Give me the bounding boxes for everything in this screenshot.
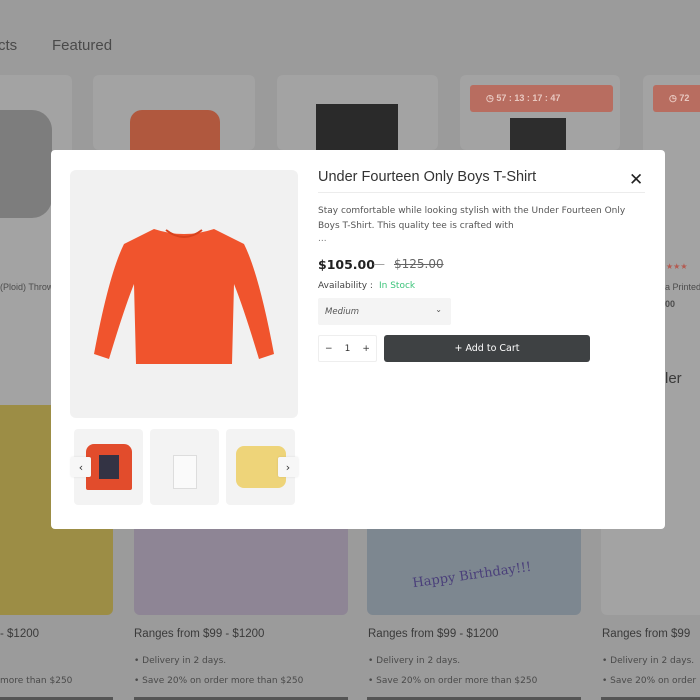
tab-products[interactable]: cts <box>0 37 17 54</box>
prev-arrow-icon[interactable]: ‹ <box>71 457 91 477</box>
increase-button[interactable]: + <box>362 344 370 354</box>
next-arrow-icon[interactable]: › <box>278 457 298 477</box>
add-to-cart-button[interactable]: + Add to Cart <box>384 335 590 362</box>
product-name: (Ploid) Throw <box>0 282 54 292</box>
chevron-down-icon: ⌄ <box>435 305 442 314</box>
range-text: Ranges from $99 - $1200 <box>368 628 499 640</box>
quantity-value[interactable]: 1 <box>345 344 351 354</box>
current-price: $105.00 <box>318 257 375 272</box>
product-name: a Printed <box>665 282 700 292</box>
timer-text: 57 : 13 : 17 : 47 <box>496 93 561 103</box>
size-select[interactable]: Medium ⌄ <box>318 298 451 325</box>
divider <box>318 192 645 193</box>
availability-label: Availability : <box>318 281 373 291</box>
delivery-text: • Delivery in 2 days. <box>368 656 461 666</box>
decrease-button[interactable]: − <box>325 344 333 354</box>
quantity-stepper[interactable]: − 1 + <box>318 335 377 362</box>
range-text: Ranges from $99 <box>602 628 691 640</box>
tab-featured[interactable]: Featured <box>52 37 112 54</box>
close-icon[interactable]: ✕ <box>629 170 643 190</box>
delivery-text: • Delivery in 2 days. <box>134 656 227 666</box>
save-text: • Save 20% on order more than $250 <box>368 676 538 686</box>
product-price: 00 <box>665 299 676 309</box>
section-heading: ler <box>665 370 682 387</box>
product-main-image <box>70 170 298 418</box>
availability-status: In Stock <box>379 281 416 291</box>
product-description: Stay comfortable while looking stylish w… <box>318 206 626 231</box>
countdown-timer: ◷ 57 : 13 : 17 : 47 <box>470 85 613 112</box>
delivery-text: • Delivery in 2 days. <box>602 656 695 666</box>
range-text: - $1200 <box>0 628 40 640</box>
pillow-image <box>0 110 52 218</box>
range-text: Ranges from $99 - $1200 <box>134 628 265 640</box>
canvas-image <box>316 104 398 150</box>
description-ellipsis: ... <box>318 234 327 244</box>
old-price: $125.00 <box>394 257 444 271</box>
save-text: • Save 20% on order more than $250 <box>134 676 304 686</box>
countdown-timer: ◷ 72 <box>653 85 700 112</box>
save-text: more than $250 <box>0 676 73 686</box>
cup-image <box>510 118 566 150</box>
price-separator: — <box>373 257 385 271</box>
quick-view-modal: ‹ › Under Fourteen Only Boys T-Shirt ✕ S… <box>51 150 665 529</box>
timer-text: 72 <box>679 93 690 103</box>
product-title: Under Fourteen Only Boys T-Shirt <box>318 169 537 185</box>
tshirt-image <box>130 110 220 150</box>
thumbnail-tote-bag[interactable] <box>150 429 219 505</box>
size-select-value: Medium <box>325 307 359 317</box>
save-text: • Save 20% on order <box>602 676 697 686</box>
rating-stars: ★★★ <box>666 262 688 271</box>
tshirt-image <box>94 229 274 364</box>
